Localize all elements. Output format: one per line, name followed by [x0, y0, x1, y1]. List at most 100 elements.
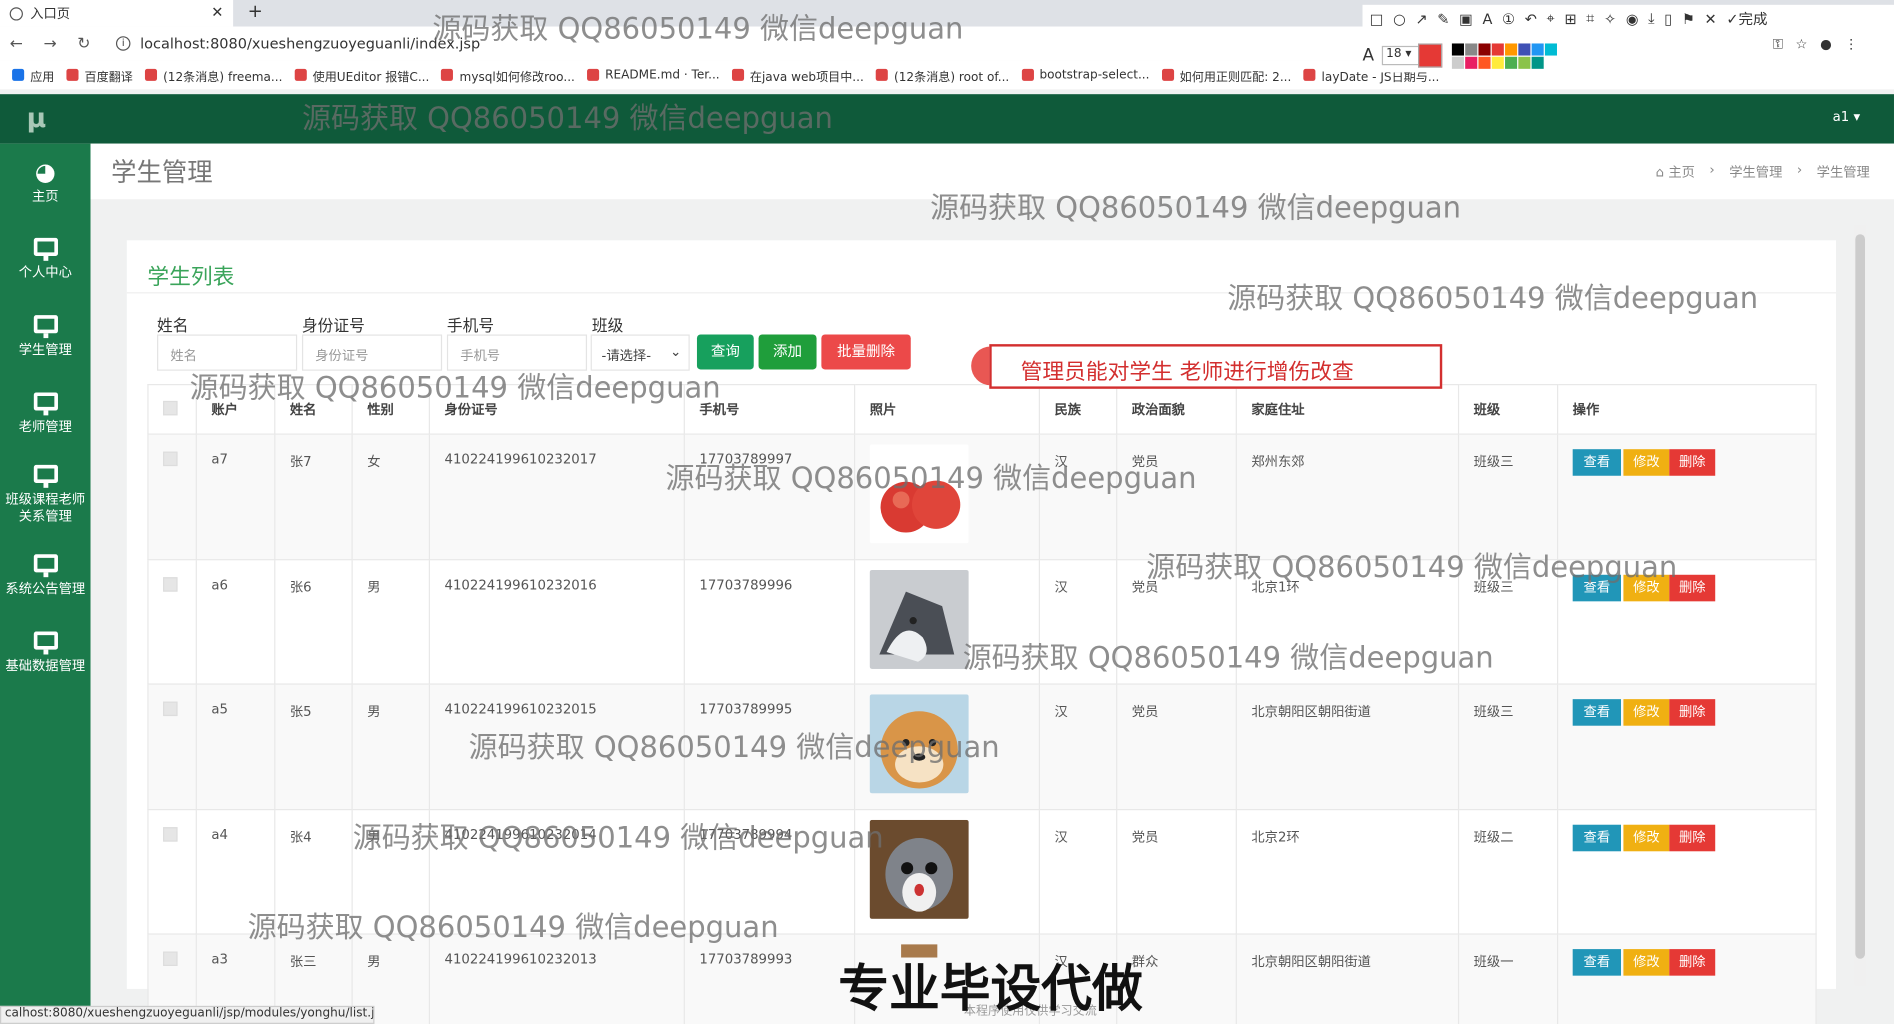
current-color-swatch[interactable] — [1418, 43, 1443, 68]
class-select[interactable]: -请选择- ⌄ — [590, 334, 690, 371]
color-swatch[interactable] — [1478, 56, 1491, 69]
info-icon[interactable]: i — [115, 36, 131, 51]
query-button[interactable]: 查询 — [696, 334, 754, 370]
sidebar-item-profile[interactable]: 个人中心 — [0, 221, 91, 298]
bookmark-item[interactable]: (12条消息) freema... — [144, 66, 282, 84]
add-button[interactable]: 添加 — [758, 334, 817, 370]
delete-button[interactable]: 删除 — [1669, 949, 1716, 976]
bookmark-icon[interactable]: ⚑ — [1682, 10, 1695, 27]
bookmark-item[interactable]: bootstrap-select... — [1021, 68, 1149, 82]
rectangle-tool-icon[interactable]: □ — [1370, 10, 1384, 27]
edit-button[interactable]: 修改 — [1623, 699, 1670, 726]
bookmark-item[interactable]: 使用UEditor 报错C... — [294, 66, 429, 84]
cancel-icon[interactable]: ✕ — [1705, 10, 1717, 27]
row-checkbox[interactable] — [163, 451, 178, 467]
color-swatch[interactable] — [1465, 56, 1478, 69]
bookmark-item[interactable]: mysql如何修改roo... — [441, 66, 575, 84]
view-button[interactable]: 查看 — [1572, 699, 1622, 726]
view-button[interactable]: 查看 — [1572, 824, 1622, 851]
bookmark-item[interactable]: README.md · Ter... — [586, 68, 720, 82]
bookmark-item[interactable]: 百度翻译 — [66, 66, 133, 84]
color-swatch[interactable] — [1451, 43, 1464, 56]
arrow-tool-icon[interactable]: ↗ — [1415, 10, 1427, 27]
sidebar-item-teachers[interactable]: 老师管理 — [0, 376, 91, 453]
sidebar-item-students[interactable]: 学生管理 — [0, 298, 91, 375]
row-checkbox[interactable] — [163, 826, 178, 842]
sidebar-item-announcements[interactable]: 系统公告管理 — [0, 537, 91, 614]
scrollbar-thumb[interactable] — [1855, 234, 1865, 959]
new-tab-icon[interactable]: + — [248, 0, 263, 22]
bookmark-item[interactable]: 如何用正则匹配: 2... — [1161, 66, 1291, 84]
ellipse-tool-icon[interactable]: ○ — [1393, 10, 1406, 27]
color-swatch[interactable] — [1478, 43, 1491, 56]
sidebar-item-label: 班级课程老师关系管理 — [5, 491, 86, 525]
batch-delete-button[interactable]: 批量删除 — [821, 334, 911, 370]
close-icon[interactable]: ✕ — [211, 4, 223, 21]
key-icon[interactable]: ⚿ — [1773, 36, 1783, 52]
edit-button[interactable]: 修改 — [1623, 574, 1670, 601]
view-button[interactable]: 查看 — [1572, 449, 1622, 476]
mosaic-tool-icon[interactable]: ▣ — [1459, 10, 1473, 27]
idcard-input[interactable]: 身份证号 — [301, 334, 443, 371]
undo-icon[interactable]: ↶ — [1525, 10, 1537, 27]
forward-icon[interactable]: → — [43, 34, 67, 52]
sidebar-item-basic-data[interactable]: 基础数据管理 — [0, 615, 91, 692]
crop-icon[interactable]: ⌗ — [1586, 10, 1594, 28]
color-swatch[interactable] — [1531, 43, 1544, 56]
scrollbar[interactable] — [1854, 224, 1867, 986]
star-icon[interactable]: ☆ — [1796, 36, 1808, 52]
color-swatch[interactable] — [1451, 56, 1464, 69]
color-swatch[interactable] — [1531, 56, 1544, 69]
ocr-icon[interactable]: ⊞ — [1564, 10, 1576, 27]
text-tool-icon[interactable]: A — [1482, 10, 1492, 27]
annotation-textbox[interactable]: 管理员能对学生 老师进行增伤改查 — [989, 344, 1443, 389]
color-swatch[interactable] — [1518, 56, 1531, 69]
color-swatch[interactable] — [1518, 43, 1531, 56]
row-checkbox[interactable] — [163, 576, 178, 592]
row-checkbox[interactable] — [163, 951, 178, 966]
pen-tool-icon[interactable]: ✎ — [1437, 10, 1449, 27]
row-checkbox[interactable] — [163, 701, 178, 717]
monitor-icon — [33, 315, 58, 339]
color-swatch[interactable] — [1505, 43, 1518, 56]
delete-button[interactable]: 删除 — [1669, 449, 1716, 476]
color-swatch[interactable] — [1505, 56, 1518, 69]
menu-icon[interactable]: ⋮ — [1844, 36, 1857, 52]
done-button[interactable]: ✓完成 — [1726, 8, 1767, 29]
color-swatch[interactable] — [1491, 43, 1504, 56]
view-button[interactable]: 查看 — [1572, 574, 1622, 601]
delete-button[interactable]: 删除 — [1669, 824, 1716, 851]
sidebar-item-class-course-teacher[interactable]: 班级课程老师关系管理 — [0, 453, 91, 538]
view-button[interactable]: 查看 — [1572, 949, 1622, 976]
pin-icon[interactable]: ⌖ — [1547, 10, 1555, 28]
bookmark-item[interactable]: 应用 — [12, 66, 54, 84]
edit-button[interactable]: 修改 — [1623, 449, 1670, 476]
color-swatch[interactable] — [1558, 43, 1571, 56]
breadcrumb-home[interactable]: ⌂ 主页 — [1656, 162, 1695, 181]
edit-button[interactable]: 修改 — [1623, 949, 1670, 976]
name-input[interactable]: 姓名 — [157, 334, 298, 371]
bookmark-item[interactable]: (12条消息) root of... — [875, 66, 1009, 84]
phone-input[interactable]: 手机号 — [446, 334, 588, 371]
delete-button[interactable]: 删除 — [1669, 574, 1716, 601]
download-icon[interactable]: ⤓ — [1648, 10, 1654, 28]
record-icon[interactable]: ◉ — [1626, 10, 1639, 27]
color-swatch[interactable] — [1491, 56, 1504, 69]
bookmark-item[interactable]: 在java web项目中... — [731, 66, 864, 84]
breadcrumb-item[interactable]: 学生管理 — [1729, 162, 1782, 181]
edit-button[interactable]: 修改 — [1623, 824, 1670, 851]
url-field[interactable]: localhost:8080/xueshengzuoyeguanli/index… — [140, 35, 480, 52]
select-all-checkbox[interactable] — [163, 400, 178, 415]
user-menu[interactable]: a1 ▾ — [1833, 109, 1860, 125]
profile-icon[interactable]: ● — [1820, 36, 1832, 52]
delete-button[interactable]: 删除 — [1669, 699, 1716, 726]
color-swatch[interactable] — [1544, 43, 1557, 56]
number-tool-icon[interactable]: ① — [1502, 10, 1515, 27]
browser-tab[interactable]: 入口页 ✕ — [0, 0, 234, 27]
reload-icon[interactable]: ↻ — [77, 34, 101, 52]
back-icon[interactable]: ← — [10, 34, 34, 52]
sidebar-item-home[interactable]: ◕ 主页 — [0, 144, 91, 221]
color-swatch[interactable] — [1465, 43, 1478, 56]
translate-icon[interactable]: ✧ — [1604, 10, 1616, 27]
phone-icon[interactable]: ▯ — [1664, 10, 1672, 27]
